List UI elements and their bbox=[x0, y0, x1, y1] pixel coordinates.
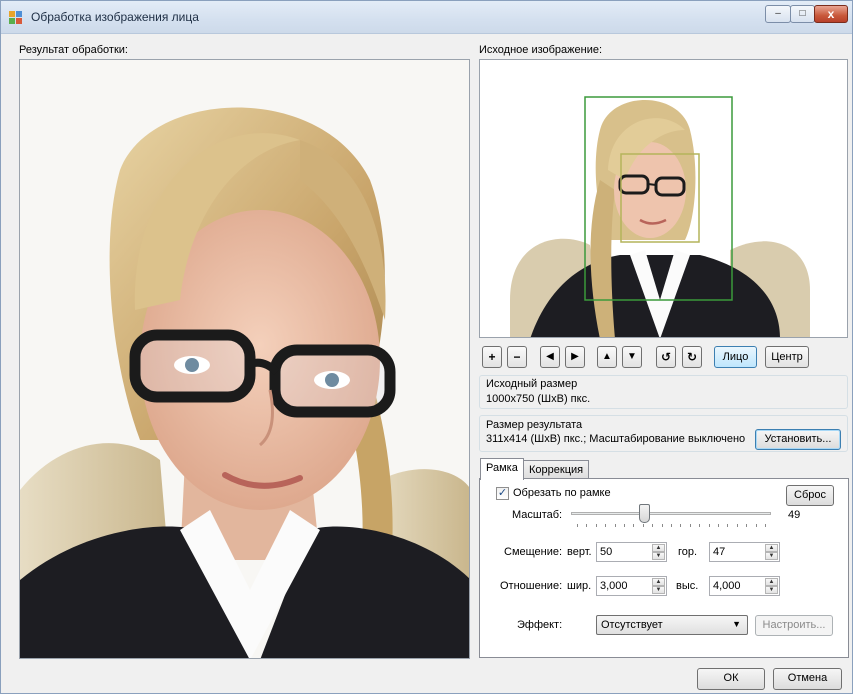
slider-tick bbox=[708, 524, 710, 527]
height-label: выс. bbox=[676, 580, 699, 592]
rotate-cw-button[interactable]: ↻ bbox=[682, 346, 702, 368]
result-size-title: Размер результата bbox=[486, 419, 583, 431]
slider-tick bbox=[699, 524, 701, 527]
slider-tick bbox=[577, 524, 578, 527]
height-spinner[interactable]: 4,000 ▲ ▼ bbox=[709, 576, 780, 596]
effect-label: Эффект: bbox=[517, 619, 563, 631]
scale-slider-track[interactable] bbox=[571, 512, 771, 515]
result-label: Результат обработки: bbox=[19, 44, 128, 56]
slider-tick bbox=[727, 524, 729, 527]
width-label: шир. bbox=[567, 580, 592, 592]
original-size-group: Исходный размер 1000x750 (ШxВ) пкс. bbox=[479, 375, 848, 409]
width-up-arrow-icon[interactable]: ▲ bbox=[652, 578, 665, 586]
vert-up-arrow-icon[interactable]: ▲ bbox=[652, 544, 665, 552]
ratio-label: Отношение: bbox=[500, 580, 563, 592]
effect-value: Отсутствует bbox=[601, 619, 663, 631]
window-title: Обработка изображения лица bbox=[31, 10, 199, 24]
slider-tick bbox=[595, 524, 597, 527]
face-button[interactable]: Лицо bbox=[714, 346, 757, 368]
source-label: Исходное изображение: bbox=[479, 44, 603, 56]
maximize-button[interactable]: □ bbox=[790, 5, 815, 23]
width-down-arrow-icon[interactable]: ▼ bbox=[652, 586, 665, 594]
result-portrait-image bbox=[20, 60, 469, 658]
scale-value: 49 bbox=[788, 509, 801, 521]
original-size-title: Исходный размер bbox=[486, 378, 578, 390]
hor-down-arrow-icon[interactable]: ▼ bbox=[765, 552, 778, 560]
ok-button[interactable]: ОК bbox=[697, 668, 765, 690]
minimize-button[interactable]: ‒ bbox=[765, 5, 791, 23]
vert-spinner[interactable]: 50 ▲ ▼ bbox=[596, 542, 667, 562]
width-value: 3,000 bbox=[600, 580, 628, 592]
height-value: 4,000 bbox=[713, 580, 741, 592]
dialog-window: Обработка изображения лица ‒ □ x Результ… bbox=[0, 0, 853, 694]
height-up-arrow-icon[interactable]: ▲ bbox=[765, 578, 778, 586]
set-size-button[interactable]: Установить... bbox=[755, 429, 841, 450]
crop-label: Обрезать по рамке bbox=[513, 487, 611, 499]
tab-correction[interactable]: Коррекция bbox=[523, 460, 590, 480]
slider-tick bbox=[765, 524, 766, 527]
height-down-arrow-icon[interactable]: ▼ bbox=[765, 586, 778, 594]
vert-value: 50 bbox=[600, 546, 613, 558]
move-up-button[interactable]: ▲ bbox=[597, 346, 617, 368]
cancel-button[interactable]: Отмена bbox=[773, 668, 842, 690]
reset-button[interactable]: Сброс bbox=[786, 485, 834, 506]
slider-tick bbox=[718, 524, 719, 527]
center-button[interactable]: Центр bbox=[765, 346, 809, 368]
result-image bbox=[19, 59, 470, 659]
slider-tick bbox=[633, 524, 635, 527]
move-down-button[interactable]: ▼ bbox=[622, 346, 642, 368]
result-size-value: 311x414 (ШxВ) пкс.; Масштабирование выкл… bbox=[486, 433, 746, 445]
source-portrait-image bbox=[480, 60, 847, 337]
hor-value: 47 bbox=[713, 546, 726, 558]
zoom-in-button[interactable]: + bbox=[482, 346, 502, 368]
slider-tick bbox=[652, 524, 654, 527]
zoom-out-button[interactable]: − bbox=[507, 346, 527, 368]
width-spinner[interactable]: 3,000 ▲ ▼ bbox=[596, 576, 667, 596]
hor-spinner[interactable]: 47 ▲ ▼ bbox=[709, 542, 780, 562]
slider-tick bbox=[680, 524, 682, 527]
move-right-button[interactable]: ▶ bbox=[565, 346, 585, 368]
title-bar[interactable]: Обработка изображения лица ‒ □ x bbox=[1, 1, 852, 34]
tab-frame[interactable]: Рамка bbox=[480, 458, 524, 480]
source-image[interactable] bbox=[479, 59, 848, 338]
scale-label: Масштаб: bbox=[512, 509, 563, 521]
slider-tick bbox=[605, 524, 607, 527]
effect-select[interactable]: Отсутствует ▼ bbox=[596, 615, 748, 635]
slider-tick bbox=[642, 524, 644, 527]
slider-tick bbox=[614, 524, 616, 527]
rotate-ccw-button[interactable]: ↺ bbox=[656, 346, 676, 368]
vert-label: верт. bbox=[567, 546, 592, 558]
slider-tick bbox=[624, 524, 625, 527]
app-icon bbox=[9, 11, 23, 25]
scale-slider-thumb[interactable] bbox=[639, 504, 650, 523]
slider-tick bbox=[755, 524, 757, 527]
slider-tick bbox=[746, 524, 748, 527]
vert-down-arrow-icon[interactable]: ▼ bbox=[652, 552, 665, 560]
hor-up-arrow-icon[interactable]: ▲ bbox=[765, 544, 778, 552]
offset-label: Смещение: bbox=[504, 546, 563, 558]
move-left-button[interactable]: ◀ bbox=[540, 346, 560, 368]
slider-tick bbox=[661, 524, 663, 527]
configure-effect-button[interactable]: Настроить... bbox=[755, 615, 833, 636]
crop-checkbox[interactable]: ✓ bbox=[496, 487, 509, 500]
slider-tick bbox=[689, 524, 691, 527]
close-button[interactable]: x bbox=[814, 5, 848, 23]
slider-tick bbox=[671, 524, 672, 527]
hor-label: гор. bbox=[678, 546, 698, 558]
slider-tick bbox=[736, 524, 738, 527]
slider-tick bbox=[586, 524, 588, 527]
original-size-value: 1000x750 (ШxВ) пкс. bbox=[486, 393, 591, 405]
chevron-down-icon: ▼ bbox=[732, 619, 741, 629]
